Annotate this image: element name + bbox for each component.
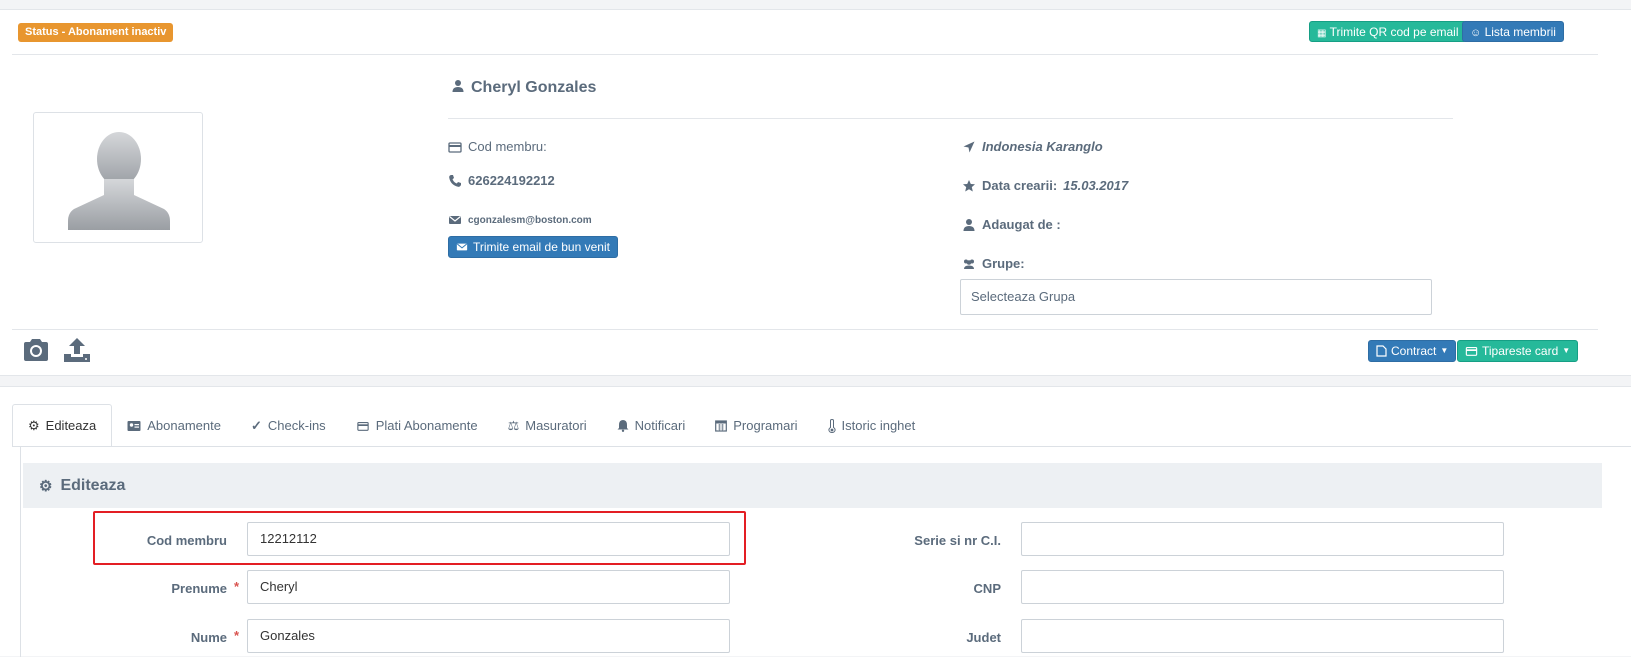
required-mark: * bbox=[234, 628, 240, 643]
caret-down-icon: ▼ bbox=[1562, 346, 1571, 355]
send-qr-email-button[interactable]: ▦ Trimite QR cod pe email bbox=[1309, 21, 1467, 42]
tab-plati-abonamente[interactable]: Plati Abonamente bbox=[341, 404, 493, 447]
tab-programari[interactable]: Programari bbox=[700, 404, 812, 447]
id-card-series-label: Serie si nr C.I. bbox=[914, 533, 1001, 548]
tab-masuratori[interactable]: ⚖ Masuratori bbox=[493, 404, 602, 447]
avatar-placeholder-icon bbox=[68, 132, 170, 230]
tab-editeaza[interactable]: ⚙ Editeaza bbox=[12, 404, 113, 447]
divider bbox=[12, 329, 1598, 330]
bell-icon bbox=[617, 420, 629, 432]
tab-abonamente[interactable]: Abonamente bbox=[112, 404, 236, 447]
tab-istoric-inghet[interactable]: Istoric inghet bbox=[813, 404, 931, 447]
print-card-dropdown-button[interactable]: Tipareste card ▼ bbox=[1457, 340, 1579, 362]
status-badge: Status - Abonament inactiv bbox=[18, 23, 174, 42]
email-info: cgonzalesm@boston.com bbox=[448, 213, 592, 227]
credit-card-icon bbox=[448, 141, 462, 153]
panel-title: ⚙ Editeaza bbox=[23, 463, 1602, 508]
credit-card-icon bbox=[1465, 347, 1478, 356]
groups-label: Grupe: bbox=[962, 256, 1025, 271]
last-name-label: Nume bbox=[190, 630, 227, 645]
star-icon bbox=[963, 179, 975, 191]
envelope-icon bbox=[449, 216, 461, 224]
file-icon bbox=[1376, 345, 1387, 357]
calendar-icon bbox=[715, 420, 728, 432]
divider bbox=[12, 54, 1598, 55]
users-icon bbox=[964, 259, 974, 269]
contract-dropdown-button[interactable]: Contract ▼ bbox=[1368, 340, 1457, 362]
cog-icon: ⚙ bbox=[28, 417, 40, 433]
added-by-info: Adaugat de : bbox=[962, 217, 1061, 232]
cnp-label: CNP bbox=[973, 581, 1001, 596]
send-welcome-email-button[interactable]: Trimite email de bun venit bbox=[448, 236, 618, 258]
cog-icon: ⚙ bbox=[39, 477, 53, 495]
divider bbox=[448, 118, 1453, 119]
highlight-box bbox=[93, 511, 746, 565]
caret-down-icon: ▼ bbox=[1440, 346, 1449, 355]
cnp-input[interactable] bbox=[1021, 570, 1504, 604]
created-date-info: Data crearii: 15.03.2017 bbox=[962, 178, 1128, 193]
balance-scale-icon: ⚖ bbox=[507, 417, 520, 433]
groups-select[interactable]: Selecteaza Grupa bbox=[960, 279, 1432, 315]
county-label: Judet bbox=[966, 630, 1001, 645]
camera-icon[interactable] bbox=[22, 338, 50, 365]
required-mark: * bbox=[234, 579, 240, 594]
id-card-icon bbox=[127, 420, 141, 431]
user-icon bbox=[963, 218, 975, 231]
check-icon: ✓ bbox=[250, 417, 262, 433]
member-profile-card: Status - Abonament inactiv ▦ Trimite QR … bbox=[0, 10, 1631, 376]
phone-info: 626224192212 bbox=[448, 173, 555, 188]
first-name-input[interactable]: Cheryl bbox=[247, 570, 730, 604]
upload-icon[interactable] bbox=[63, 337, 91, 366]
qrcode-icon: ▦ bbox=[1317, 28, 1327, 39]
user-circle-icon: ☺ bbox=[1470, 27, 1482, 39]
top-strip bbox=[0, 0, 1631, 10]
first-name-label: Prenume bbox=[171, 581, 227, 596]
envelope-icon bbox=[456, 243, 468, 251]
member-name: Cheryl Gonzales bbox=[451, 79, 596, 97]
member-code-info: Cod membru: bbox=[448, 139, 547, 154]
tab-bar: ⚙ Editeaza Abonamente ✓ Check-ins Plati … bbox=[12, 404, 930, 447]
phone-icon bbox=[449, 174, 461, 187]
tab-notificari[interactable]: Notificari bbox=[602, 404, 701, 447]
member-details-card: ⚙ Editeaza Abonamente ✓ Check-ins Plati … bbox=[0, 386, 1631, 657]
avatar[interactable] bbox=[33, 112, 203, 243]
last-name-input[interactable]: Gonzales bbox=[247, 619, 730, 653]
location-arrow-icon bbox=[963, 141, 975, 152]
tab-check-ins[interactable]: ✓ Check-ins bbox=[236, 404, 341, 447]
thermometer-icon bbox=[827, 418, 836, 433]
credit-card-icon bbox=[356, 421, 369, 431]
id-card-series-input[interactable] bbox=[1021, 522, 1504, 556]
county-input[interactable] bbox=[1021, 619, 1504, 653]
location-info: Indonesia Karanglo bbox=[962, 139, 1103, 154]
user-icon bbox=[452, 80, 464, 92]
members-list-button[interactable]: ☺ Lista membrii bbox=[1462, 21, 1564, 42]
